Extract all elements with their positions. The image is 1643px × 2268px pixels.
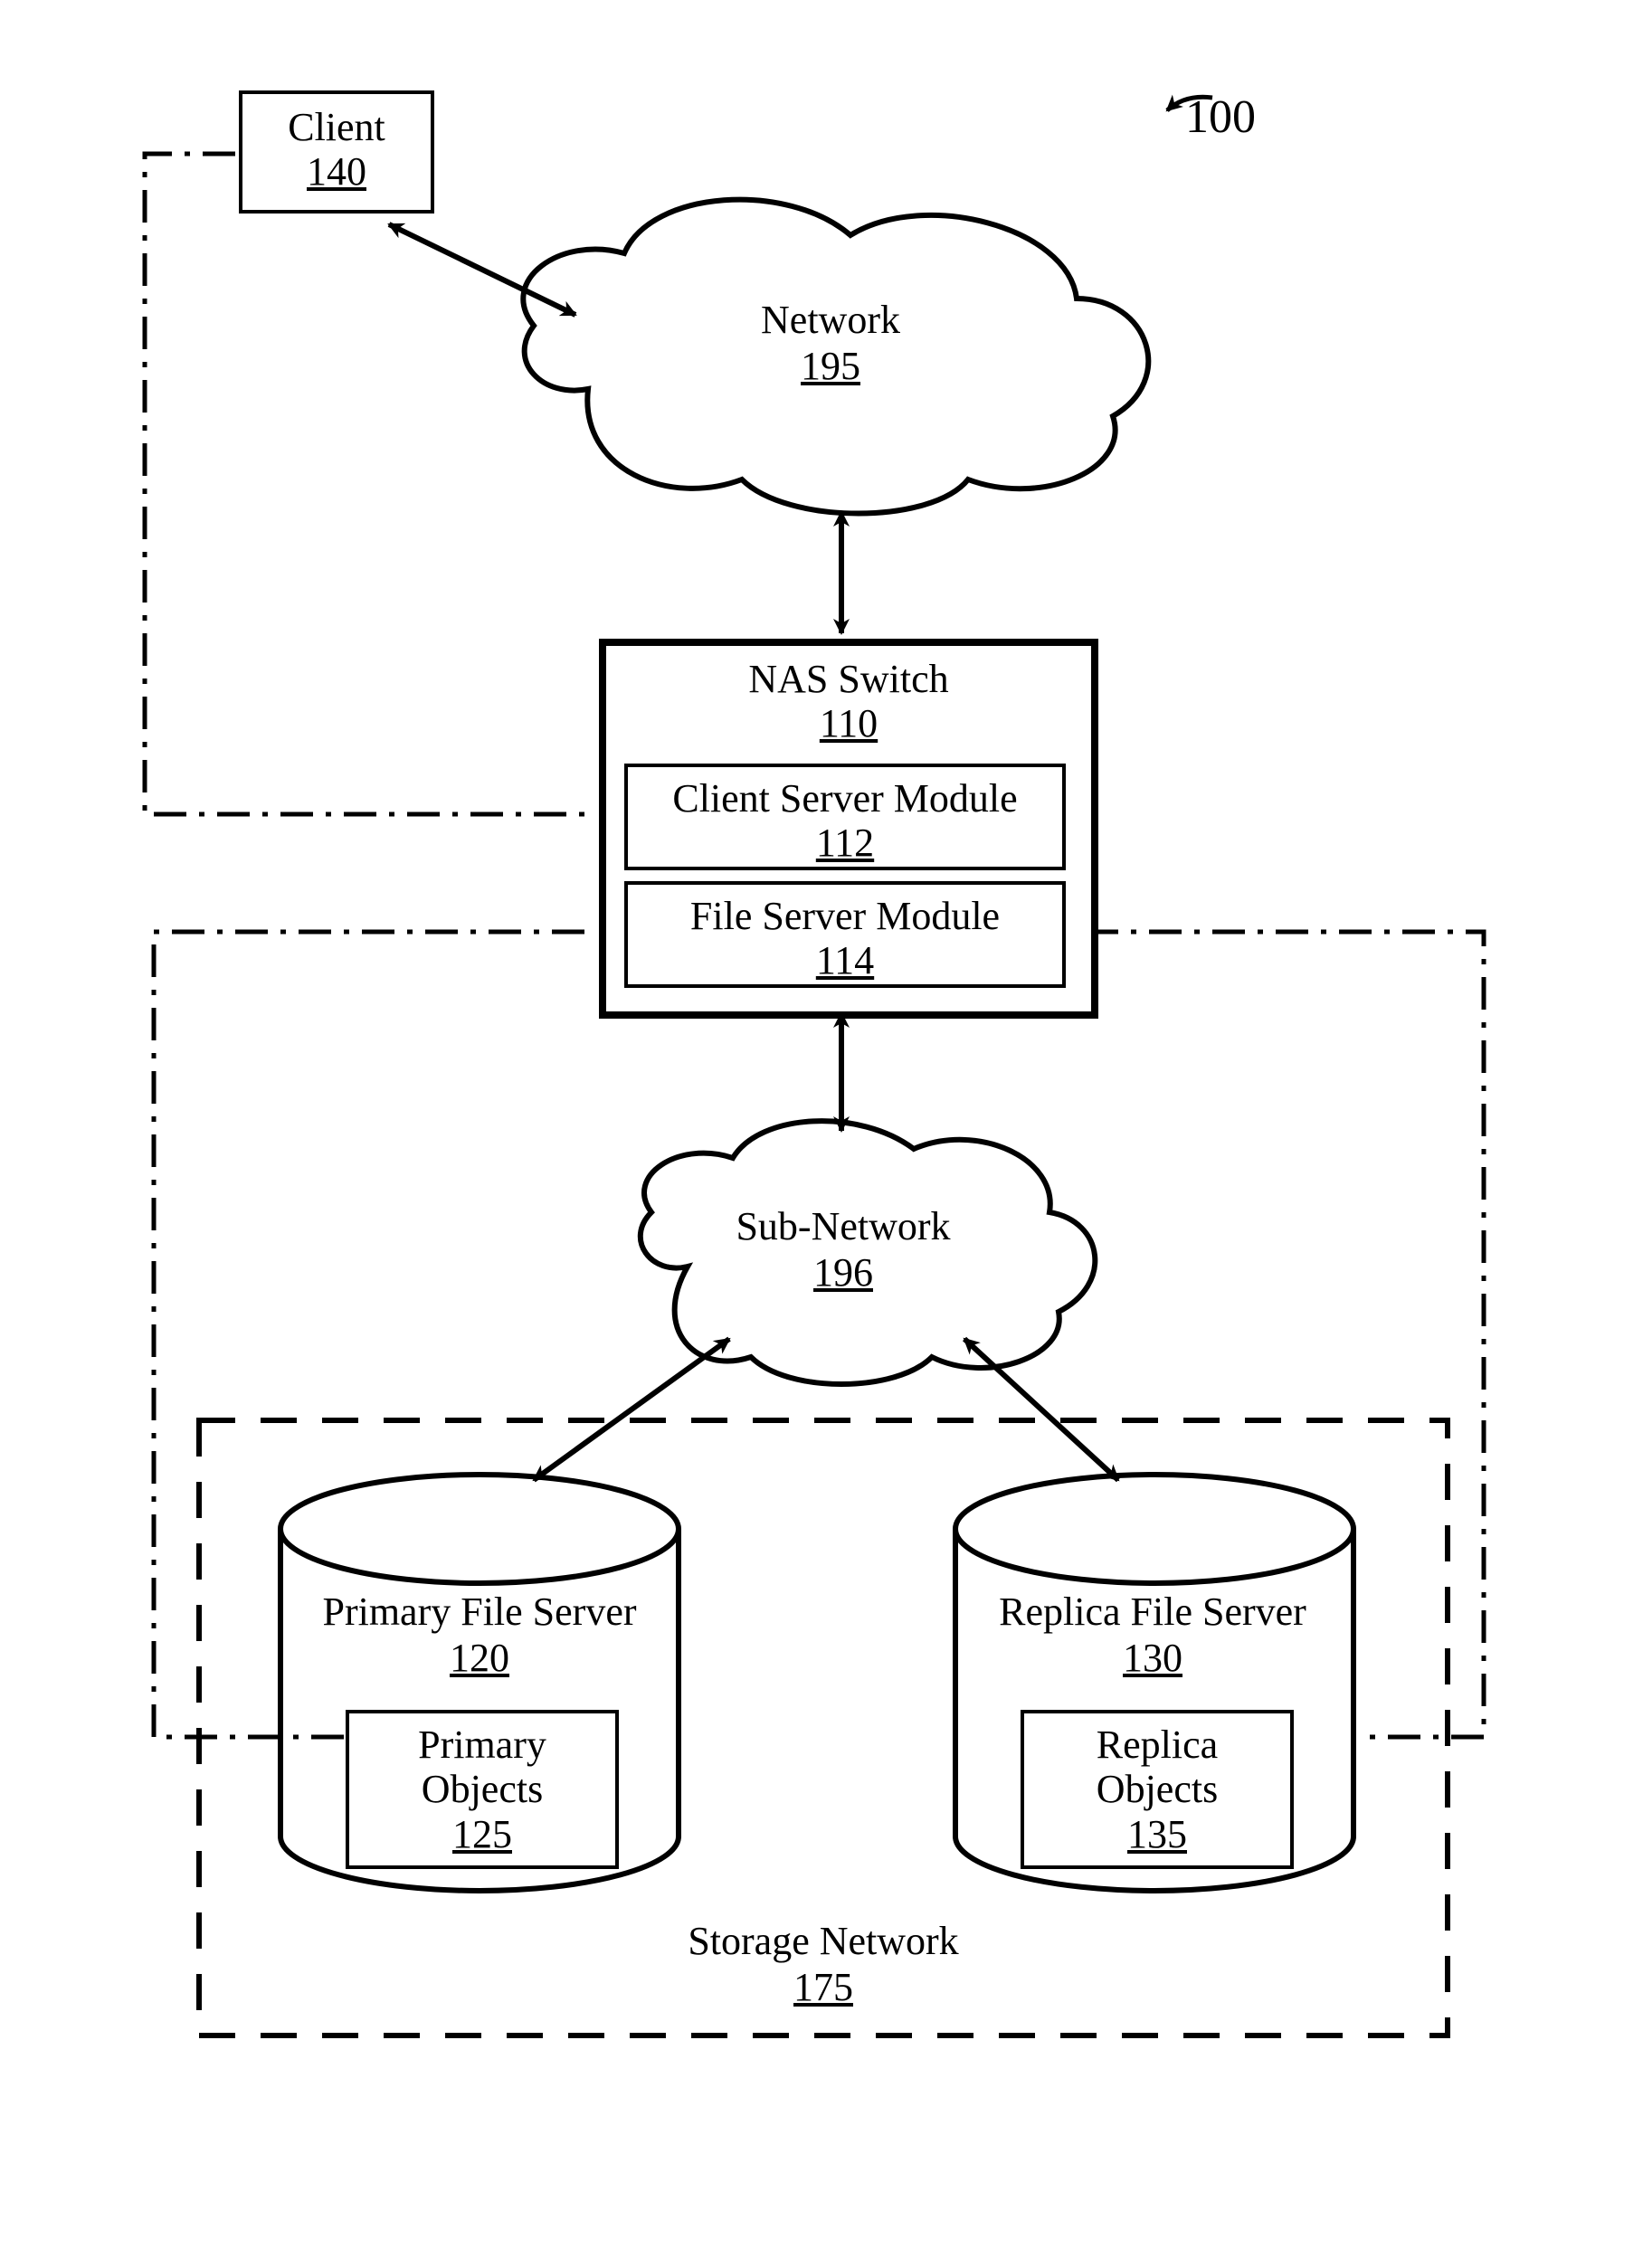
- fsm-label: File Server Module: [690, 894, 1000, 938]
- storage-network-label: Storage Network 175: [651, 1918, 995, 2010]
- pfs-num: 120: [450, 1636, 509, 1680]
- client-num: 140: [307, 149, 366, 194]
- network-label: Network: [761, 298, 900, 342]
- pobj-num: 125: [452, 1812, 512, 1856]
- client-node: Client 140: [239, 90, 434, 214]
- nas-label: NAS Switch: [748, 657, 948, 701]
- pfs-label: Primary File Server: [322, 1589, 636, 1634]
- subnet-label: Sub-Network: [736, 1204, 950, 1248]
- csm-label: Client Server Module: [672, 776, 1017, 821]
- replica-file-server-node: Replica File Server 130: [981, 1589, 1325, 1681]
- network-node: Network 195: [704, 297, 957, 389]
- storage-label: Storage Network: [688, 1919, 958, 1963]
- subnet-num: 196: [813, 1250, 873, 1295]
- csm-num: 112: [816, 821, 874, 865]
- network-num: 195: [801, 344, 860, 388]
- rfs-label: Replica File Server: [999, 1589, 1306, 1634]
- pobj-label-l2: Objects: [422, 1767, 543, 1811]
- primary-file-server-node: Primary File Server 120: [308, 1589, 651, 1681]
- replica-objects-node: Replica Objects 135: [1021, 1710, 1294, 1869]
- robj-num: 135: [1127, 1812, 1187, 1856]
- figure-ref: 100: [1185, 90, 1256, 144]
- robj-label-l2: Objects: [1097, 1767, 1218, 1811]
- pobj-label-l1: Primary: [418, 1722, 546, 1767]
- sub-network-node: Sub-Network 196: [708, 1203, 979, 1295]
- storage-num: 175: [793, 1965, 853, 2009]
- client-server-module-node: Client Server Module 112: [624, 764, 1066, 870]
- robj-label-l1: Replica: [1097, 1722, 1218, 1767]
- nas-num: 110: [820, 701, 878, 745]
- primary-objects-node: Primary Objects 125: [346, 1710, 619, 1869]
- rfs-num: 130: [1123, 1636, 1182, 1680]
- file-server-module-node: File Server Module 114: [624, 881, 1066, 988]
- figure-ref-num: 100: [1185, 91, 1256, 143]
- fsm-num: 114: [816, 938, 874, 982]
- client-label: Client: [288, 105, 385, 149]
